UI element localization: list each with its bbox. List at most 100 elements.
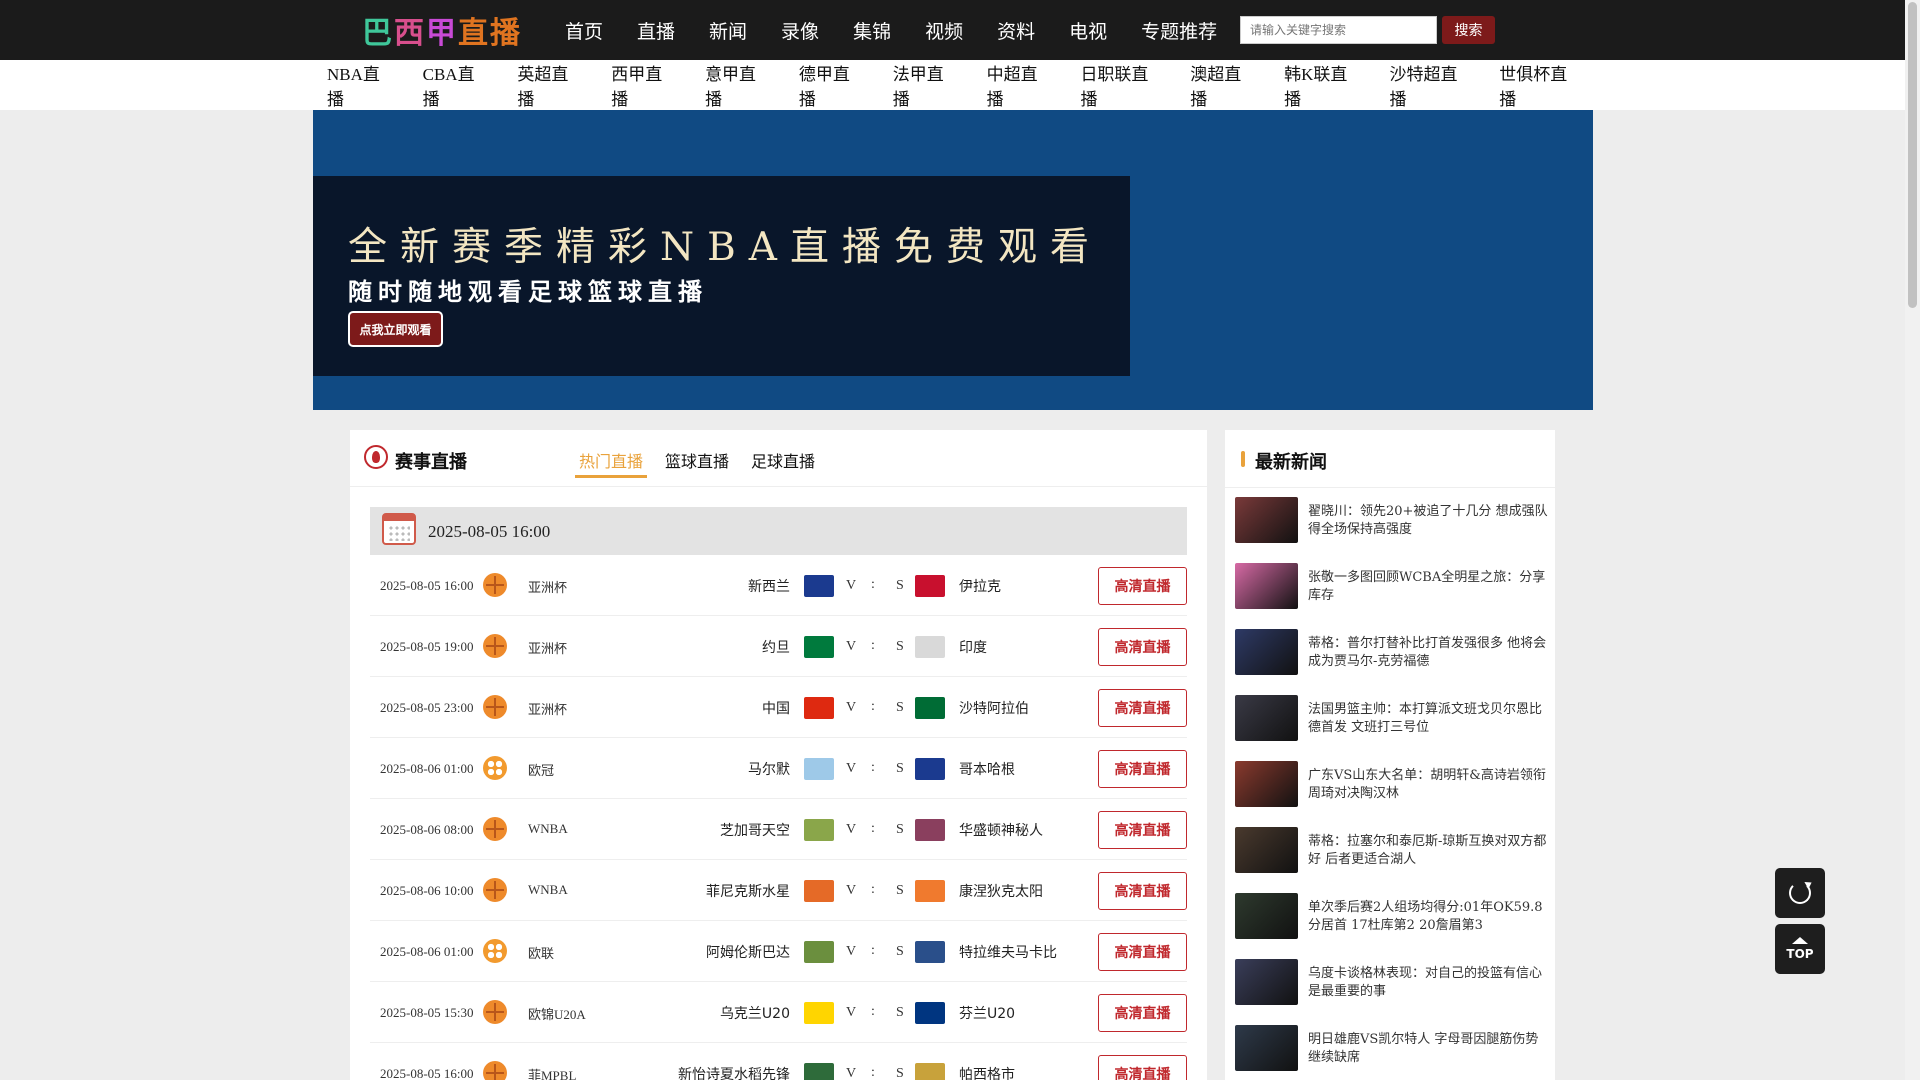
news-headline[interactable]: 张敬一多图回顾WCBA全明星之旅：分享库存 [1308,569,1548,605]
watch-now-button[interactable]: 点我立即观看 [348,311,443,347]
nav-item[interactable]: 首页 [565,17,603,44]
news-headline[interactable]: 广东VS山东大名单：胡明轩&高诗岩领衔 周琦对决陶汉林 [1308,767,1548,803]
away-team[interactable]: 哥本哈根 [959,759,1015,779]
news-headline[interactable]: 蒂格：拉塞尔和泰厄斯-琼斯互换对双方都好 后者更适合湖人 [1308,833,1548,869]
hd-live-button[interactable]: 高清直播 [1098,811,1187,849]
home-team[interactable]: 乌克兰U20 [720,1003,790,1023]
home-team[interactable]: 约旦 [762,637,790,657]
news-item[interactable]: 蒂格：普尔打替补比打首发强很多 他将会成为贾马尔-克劳福德 [1235,629,1548,675]
nav-item[interactable]: 录像 [781,17,819,44]
league-name[interactable]: 菲MPBL [528,1065,576,1080]
league-nav-item[interactable]: NBA直播 [327,60,393,110]
home-team[interactable]: 阿姆伦斯巴达 [706,942,790,962]
league-nav-item[interactable]: 西甲直播 [611,60,675,110]
hd-live-button[interactable]: 高清直播 [1098,567,1187,605]
home-team[interactable]: 芝加哥天空 [720,820,790,840]
news-headline[interactable]: 明日雄鹿VS凯尔特人 字母哥因腿筋伤势继续缺席 [1308,1031,1548,1067]
league-nav-item[interactable]: CBA直播 [423,60,488,110]
league-nav-item[interactable]: 日职联直播 [1080,60,1160,110]
news-thumbnail[interactable] [1235,959,1298,1005]
nav-item[interactable]: 视频 [925,17,963,44]
news-item[interactable]: 单次季后赛2人组场均得分:01年OK59.8分居首 17杜库第2 20詹眉第3 [1235,893,1545,939]
away-team[interactable]: 芬兰U20 [959,1003,1015,1023]
scrollbar-thumb[interactable] [1908,2,1917,308]
home-team[interactable]: 马尔默 [748,759,790,779]
league-name[interactable]: 欧锦U20A [528,1004,586,1023]
news-headline[interactable]: 翟晓川：领先20+被追了十几分 想成强队得全场保持高强度 [1308,503,1548,539]
league-nav-item[interactable]: 法甲直播 [893,60,957,110]
away-team[interactable]: 印度 [959,637,987,657]
league-name[interactable]: WNBA [528,821,568,837]
away-team[interactable]: 华盛顿神秘人 [959,820,1043,840]
league-nav-item[interactable]: 澳超直播 [1190,60,1254,110]
search-input[interactable] [1240,16,1437,44]
search-button[interactable]: 搜索 [1442,16,1495,44]
news-item[interactable]: 明日雄鹿VS凯尔特人 字母哥因腿筋伤势继续缺席 [1235,1025,1545,1071]
away-team[interactable]: 特拉维夫马卡比 [959,942,1057,962]
match-row: 2025-08-06 08:00 WNBA 芝加哥天空 V: S 华盛顿神秘人 高清直播 [370,799,1187,860]
league-name[interactable]: 亚洲杯 [528,699,567,718]
nav-item[interactable]: 专题推荐 [1141,17,1217,44]
nav-item[interactable]: 资料 [997,17,1035,44]
home-team[interactable]: 新怡诗夏水稻先锋 [678,1064,790,1080]
league-nav-item[interactable]: 中超直播 [987,60,1051,110]
away-team[interactable]: 康涅狄克太阳 [959,881,1043,901]
match-tab[interactable]: 足球直播 [747,448,819,478]
hd-live-button[interactable]: 高清直播 [1098,689,1187,727]
league-nav-item[interactable]: 世俱杯直播 [1499,60,1579,110]
hd-live-button[interactable]: 高清直播 [1098,872,1187,910]
league-nav-item[interactable]: 英超直播 [517,60,581,110]
page-scrollbar[interactable] [1905,0,1920,1080]
league-name[interactable]: 亚洲杯 [528,577,567,596]
news-headline[interactable]: 蒂格：普尔打替补比打首发强很多 他将会成为贾马尔-克劳福德 [1308,635,1548,671]
news-item[interactable]: 法国男篮主帅：本打算派文班戈贝尔恩比德首发 文班打三号位 [1235,695,1545,741]
news-item[interactable]: 蒂格：拉塞尔和泰厄斯-琼斯互换对双方都好 后者更适合湖人 [1235,827,1548,873]
away-team-logo-icon [915,636,945,658]
news-thumbnail[interactable] [1235,629,1298,675]
away-team[interactable]: 帕西格市 [959,1064,1015,1080]
news-thumbnail[interactable] [1235,695,1298,741]
nav-item[interactable]: 电视 [1069,17,1107,44]
site-logo[interactable]: 巴西甲直播 [362,12,522,51]
back-to-top-button[interactable]: TOP [1775,924,1825,974]
news-thumbnail[interactable] [1235,563,1298,609]
hd-live-button[interactable]: 高清直播 [1098,994,1187,1032]
away-team[interactable]: 沙特阿拉伯 [959,698,1029,718]
league-name[interactable]: 欧冠 [528,760,554,779]
news-thumbnail[interactable] [1235,893,1298,939]
home-team[interactable]: 中国 [762,698,790,718]
league-nav-item[interactable]: 韩K联直播 [1284,60,1359,110]
nav-item[interactable]: 新闻 [709,17,747,44]
news-thumbnail[interactable] [1235,827,1298,873]
home-team[interactable]: 新西兰 [748,576,790,596]
news-thumbnail[interactable] [1235,761,1298,807]
league-name[interactable]: WNBA [528,882,568,898]
match-tab[interactable]: 篮球直播 [661,448,733,478]
hd-live-button[interactable]: 高清直播 [1098,750,1187,788]
news-item[interactable]: 张敬一多图回顾WCBA全明星之旅：分享库存 [1235,563,1545,609]
league-nav-item[interactable]: 意甲直播 [705,60,769,110]
news-thumbnail[interactable] [1235,1025,1298,1071]
news-headline[interactable]: 单次季后赛2人组场均得分:01年OK59.8分居首 17杜库第2 20詹眉第3 [1308,899,1548,935]
league-nav-item[interactable]: 沙特超直播 [1389,60,1469,110]
league-name[interactable]: 亚洲杯 [528,638,567,657]
vs-s-label: S [896,578,904,593]
hd-live-button[interactable]: 高清直播 [1098,1055,1187,1080]
news-item[interactable]: 广东VS山东大名单：胡明轩&高诗岩领衔 周琦对决陶汉林 [1235,761,1548,807]
hd-live-button[interactable]: 高清直播 [1098,628,1187,666]
nav-item[interactable]: 集锦 [853,17,891,44]
away-team[interactable]: 伊拉克 [959,576,1001,596]
hd-live-button[interactable]: 高清直播 [1098,933,1187,971]
news-headline[interactable]: 法国男篮主帅：本打算派文班戈贝尔恩比德首发 文班打三号位 [1308,701,1548,737]
match-tab[interactable]: 热门直播 [575,448,648,478]
news-item[interactable]: 乌度卡谈格林表现：对自己的投篮有信心是最重要的事 [1235,959,1545,1005]
news-headline[interactable]: 乌度卡谈格林表现：对自己的投篮有信心是最重要的事 [1308,965,1548,1001]
league-name[interactable]: 欧联 [528,943,554,962]
nav-item[interactable]: 直播 [637,17,675,44]
refresh-button[interactable] [1775,868,1825,918]
news-item[interactable]: 翟晓川：领先20+被追了十几分 想成强队得全场保持高强度 [1235,497,1548,543]
league-nav-item[interactable]: 德甲直播 [799,60,863,110]
home-team[interactable]: 菲尼克斯水星 [706,881,790,901]
news-thumbnail[interactable] [1235,497,1298,543]
banner-subline: 随时随地观看足球篮球直播 [348,278,708,306]
